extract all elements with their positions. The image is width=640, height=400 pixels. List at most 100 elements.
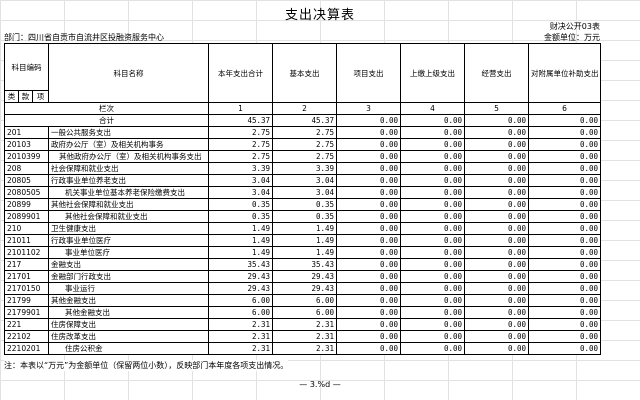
row-value-4[interactable]: 0.00: [400, 306, 466, 319]
row-value-4[interactable]: 0.00: [400, 330, 466, 343]
row-code[interactable]: 221: [3, 318, 50, 331]
row-value-3[interactable]: 0.00: [336, 150, 402, 163]
row-value-4[interactable]: 0.00: [400, 258, 466, 271]
row-value-6[interactable]: 0.00: [528, 210, 602, 223]
row-value-5[interactable]: 0.00: [464, 198, 530, 211]
row-value-3[interactable]: 0.00: [336, 270, 402, 283]
row-value-4[interactable]: 0.00: [400, 318, 466, 331]
row-value-3[interactable]: 0.00: [336, 198, 402, 211]
row-value-5[interactable]: 0.00: [464, 162, 530, 175]
row-code[interactable]: 208: [3, 162, 50, 175]
row-value-4[interactable]: 0.00: [400, 174, 466, 187]
row-value-4[interactable]: 0.00: [400, 222, 466, 235]
row-value-5[interactable]: 0.00: [464, 246, 530, 259]
row-value-6[interactable]: 0.00: [528, 126, 602, 139]
row-value-5[interactable]: 0.00: [464, 294, 530, 307]
row-value-6[interactable]: 0.00: [528, 318, 602, 331]
row-value-2[interactable]: 2.31: [272, 318, 338, 331]
row-value-1[interactable]: 29.43: [208, 282, 274, 295]
row-value-6[interactable]: 0.00: [528, 342, 602, 355]
row-value-5[interactable]: 0.00: [464, 186, 530, 199]
row-name[interactable]: 行政事业单位医疗: [48, 234, 210, 247]
row-value-3[interactable]: 0.00: [336, 210, 402, 223]
row-value-3[interactable]: 0.00: [336, 126, 402, 139]
row-value-3[interactable]: 0.00: [336, 162, 402, 175]
row-value-2[interactable]: 3.39: [272, 162, 338, 175]
row-code[interactable]: 2210201: [3, 342, 50, 355]
row-name[interactable]: 其他政府办公厅（室）及相关机构事务支出: [48, 150, 210, 163]
row-value-2[interactable]: 29.43: [272, 282, 338, 295]
row-value-3[interactable]: 0.00: [336, 138, 402, 151]
row-name[interactable]: 金融部门行政支出: [48, 270, 210, 283]
row-value-2[interactable]: 2.75: [272, 150, 338, 163]
row-value-3[interactable]: 0.00: [336, 258, 402, 271]
row-value-5[interactable]: 0.00: [464, 282, 530, 295]
row-value-5[interactable]: 0.00: [464, 306, 530, 319]
row-value-1[interactable]: 1.49: [208, 246, 274, 259]
row-value-6[interactable]: 0.00: [528, 150, 602, 163]
row-code[interactable]: 21011: [3, 234, 50, 247]
row-value-1[interactable]: 2.31: [208, 330, 274, 343]
row-name[interactable]: 其他社会保障和就业支出: [48, 210, 210, 223]
row-value-1[interactable]: 6.00: [208, 306, 274, 319]
row-value-6[interactable]: 0.00: [528, 186, 602, 199]
row-value-2[interactable]: 6.00: [272, 294, 338, 307]
row-name[interactable]: 其他金融支出: [48, 306, 210, 319]
row-name[interactable]: 其他金融支出: [48, 294, 210, 307]
row-name[interactable]: 其他社会保障和就业支出: [48, 198, 210, 211]
row-name[interactable]: 机关事业单位基本养老保险缴费支出: [48, 186, 210, 199]
row-value-3[interactable]: 0.00: [336, 222, 402, 235]
row-name[interactable]: 政府办公厅（室）及相关机构事务: [48, 138, 210, 151]
row-value-4[interactable]: 0.00: [400, 138, 466, 151]
row-value-6[interactable]: 0.00: [528, 258, 602, 271]
row-value-6[interactable]: 0.00: [528, 282, 602, 295]
row-value-3[interactable]: 0.00: [336, 174, 402, 187]
row-code[interactable]: 20899: [3, 198, 50, 211]
row-value-1[interactable]: 1.49: [208, 234, 274, 247]
row-value-1[interactable]: 2.31: [208, 342, 274, 355]
row-value-4[interactable]: 0.00: [400, 246, 466, 259]
row-value-1[interactable]: 3.39: [208, 162, 274, 175]
row-code[interactable]: 2089901: [3, 210, 50, 223]
row-code[interactable]: 22102: [3, 330, 50, 343]
row-value-6[interactable]: 0.00: [528, 138, 602, 151]
row-value-2[interactable]: 1.49: [272, 222, 338, 235]
row-value-4[interactable]: 0.00: [400, 270, 466, 283]
row-value-1[interactable]: 2.31: [208, 318, 274, 331]
row-value-6[interactable]: 0.00: [528, 162, 602, 175]
row-value-5[interactable]: 0.00: [464, 234, 530, 247]
row-value-1[interactable]: 0.35: [208, 210, 274, 223]
row-value-3[interactable]: 0.00: [336, 186, 402, 199]
row-code[interactable]: 20805: [3, 174, 50, 187]
row-value-5[interactable]: 0.00: [464, 150, 530, 163]
row-value-2[interactable]: 6.00: [272, 306, 338, 319]
row-value-5[interactable]: 0.00: [464, 330, 530, 343]
row-value-2[interactable]: 1.49: [272, 246, 338, 259]
row-value-5[interactable]: 0.00: [464, 258, 530, 271]
row-value-5[interactable]: 0.00: [464, 222, 530, 235]
row-value-4[interactable]: 0.00: [400, 282, 466, 295]
row-value-4[interactable]: 0.00: [400, 150, 466, 163]
row-value-1[interactable]: 29.43: [208, 270, 274, 283]
row-value-2[interactable]: 3.04: [272, 174, 338, 187]
row-value-4[interactable]: 0.00: [400, 294, 466, 307]
row-value-5[interactable]: 0.00: [464, 318, 530, 331]
row-code[interactable]: 2101102: [3, 246, 50, 259]
row-value-6[interactable]: 0.00: [528, 222, 602, 235]
row-name[interactable]: 行政事业单位养老支出: [48, 174, 210, 187]
row-value-2[interactable]: 3.04: [272, 186, 338, 199]
row-value-2[interactable]: 2.31: [272, 330, 338, 343]
row-value-3[interactable]: 0.00: [336, 342, 402, 355]
row-name[interactable]: 社会保障和就业支出: [48, 162, 210, 175]
row-name[interactable]: 一般公共服务支出: [48, 126, 210, 139]
row-value-1[interactable]: 2.75: [208, 150, 274, 163]
row-name[interactable]: 卫生健康支出: [48, 222, 210, 235]
row-code[interactable]: 2179901: [3, 306, 50, 319]
row-value-4[interactable]: 0.00: [400, 342, 466, 355]
row-code[interactable]: 217: [3, 258, 50, 271]
row-value-6[interactable]: 0.00: [528, 270, 602, 283]
row-value-5[interactable]: 0.00: [464, 210, 530, 223]
row-value-1[interactable]: 3.04: [208, 186, 274, 199]
row-value-6[interactable]: 0.00: [528, 294, 602, 307]
row-value-1[interactable]: 2.75: [208, 138, 274, 151]
